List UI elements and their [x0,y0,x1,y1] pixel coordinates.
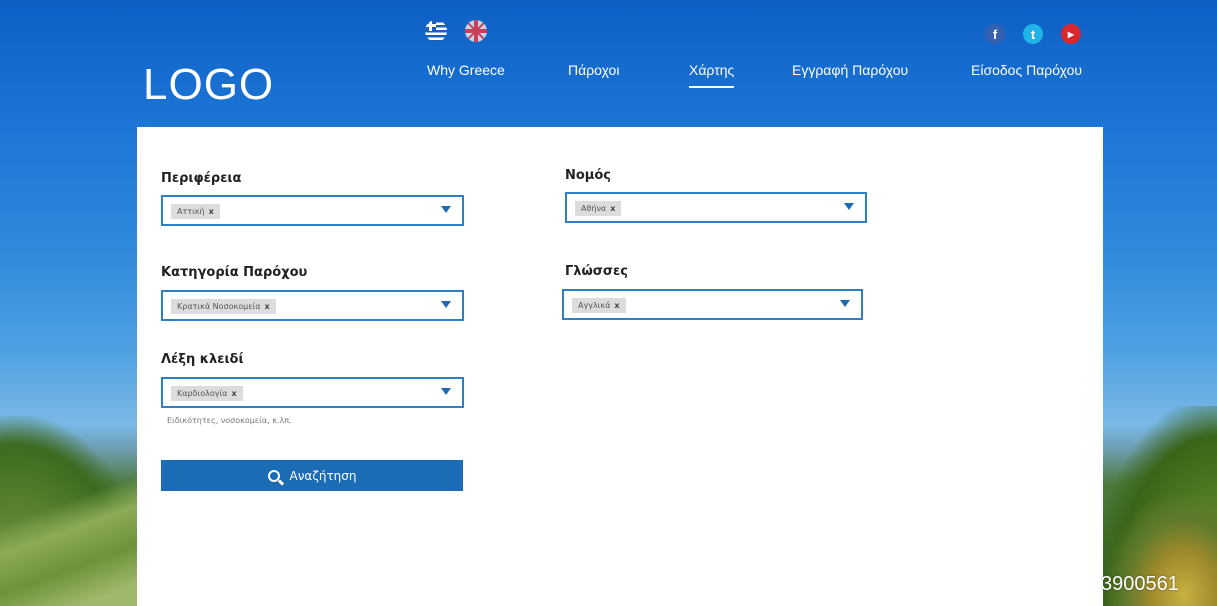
search-button-label: Αναζήτηση [289,468,357,483]
keyword-label: Λέξη κλειδί [161,352,244,367]
nav-providers[interactable]: Πάροχοι [568,62,619,78]
category-select[interactable]: Κρατικά Νοσοκομεία x [161,290,464,321]
chip-remove-icon[interactable]: x [231,389,236,398]
chip-remove-icon[interactable]: x [614,301,619,310]
keyword-hint: Ειδικότητες, νοσοκομεία, κ.λπ. [167,416,292,425]
landscape-left-field [0,466,160,606]
chevron-down-icon[interactable] [441,388,451,395]
youtube-icon[interactable]: ▶ [1061,24,1081,44]
uk-flag-icon[interactable] [465,20,487,42]
languages-label: Γλώσσες [565,264,629,279]
keyword-chip[interactable]: Καρδιολογία x [171,386,243,401]
region-select[interactable]: Αττική x [161,195,464,226]
languages-select[interactable]: Αγγλικά x [562,289,863,320]
prefecture-label: Νομός [565,168,612,183]
search-button[interactable]: Αναζήτηση [161,460,463,491]
category-label: Κατηγορία Παρόχου [161,265,308,280]
social-links: f t ▶ [985,24,1081,44]
chevron-down-icon[interactable] [840,300,850,307]
twitter-icon[interactable]: t [1023,24,1043,44]
nav-provider-registration[interactable]: Εγγραφή Παρόχου [792,62,908,78]
region-chip[interactable]: Αττική x [171,204,220,219]
chevron-down-icon[interactable] [441,301,451,308]
page-background: LOGO f t ▶ Why Greece Πάροχοι Χάρτης Εγγ… [0,0,1217,606]
chip-remove-icon[interactable]: x [265,302,270,311]
region-label: Περιφέρεια [161,171,242,186]
site-logo[interactable]: LOGO [143,60,274,110]
chevron-down-icon[interactable] [844,203,854,210]
prefecture-chip[interactable]: Αθήνα x [575,201,622,216]
nav-why-greece[interactable]: Why Greece [427,62,505,78]
chip-remove-icon[interactable]: x [209,207,214,216]
facebook-icon[interactable]: f [985,24,1005,44]
keyword-select[interactable]: Καρδιολογία x [161,377,464,408]
prefecture-select[interactable]: Αθήνα x [565,192,867,223]
nav-provider-login[interactable]: Είσοδος Παρόχου [971,62,1082,78]
category-chip[interactable]: Κρατικά Νοσοκομεία x [171,299,276,314]
greek-flag-icon[interactable] [425,20,447,42]
chevron-down-icon[interactable] [441,206,451,213]
search-icon [267,469,280,482]
chip-remove-icon[interactable]: x [610,204,615,213]
languages-chip[interactable]: Αγγλικά x [572,298,626,313]
language-switcher [425,20,487,42]
watermark: 3900561 [1101,573,1179,595]
nav-map[interactable]: Χάρτης [689,62,735,88]
